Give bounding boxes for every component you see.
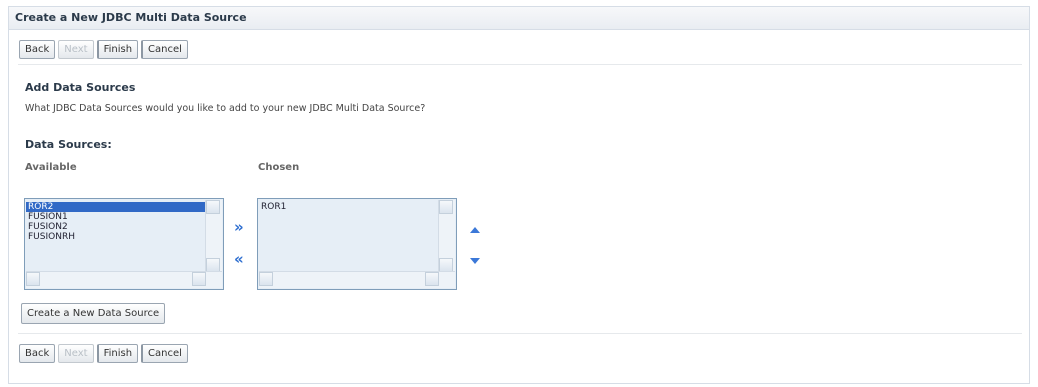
scroll-up-button[interactable] <box>206 200 220 214</box>
page-title: Create a New JDBC Multi Data Source <box>9 7 1029 30</box>
horizontal-scrollbar[interactable] <box>259 271 455 288</box>
cancel-button[interactable]: Cancel <box>141 40 188 59</box>
available-list: ROR2 FUSION1 FUSION2 FUSIONRH <box>26 202 205 242</box>
back-button[interactable]: Back <box>19 40 56 59</box>
section-heading: Add Data Sources <box>25 81 136 94</box>
chosen-list: ROR1 <box>259 202 438 212</box>
scroll-down-button[interactable] <box>439 258 453 272</box>
list-item[interactable]: ROR1 <box>259 202 438 212</box>
scroll-right-button[interactable] <box>192 272 206 286</box>
list-item[interactable]: ROR2 <box>26 202 205 212</box>
scroll-up-button[interactable] <box>439 200 453 214</box>
list-item[interactable]: FUSION2 <box>26 222 205 232</box>
scroll-left-button[interactable] <box>26 272 40 286</box>
top-button-row: Back Next Finish Cancel <box>19 40 188 59</box>
move-down-icon[interactable] <box>470 258 480 264</box>
move-up-icon[interactable] <box>470 227 480 233</box>
available-listbox[interactable]: ROR2 FUSION1 FUSION2 FUSIONRH <box>24 198 224 290</box>
horizontal-scrollbar[interactable] <box>26 271 222 288</box>
section-description: What JDBC Data Sources would you like to… <box>25 103 426 114</box>
chosen-label: Chosen <box>258 162 300 173</box>
finish-button[interactable]: Finish <box>96 344 139 363</box>
bottom-divider <box>18 333 1022 334</box>
chosen-listbox[interactable]: ROR1 <box>257 198 457 290</box>
move-left-icon[interactable]: « <box>234 251 244 267</box>
vertical-scrollbar[interactable] <box>438 200 455 272</box>
finish-button[interactable]: Finish <box>96 40 139 59</box>
scroll-left-button[interactable] <box>259 272 273 286</box>
list-item[interactable]: FUSION1 <box>26 212 205 222</box>
list-item[interactable]: FUSIONRH <box>26 232 205 242</box>
available-label: Available <box>25 162 77 173</box>
next-button[interactable]: Next <box>58 344 94 363</box>
cancel-button[interactable]: Cancel <box>141 344 188 363</box>
scroll-right-button[interactable] <box>425 272 439 286</box>
next-button[interactable]: Next <box>58 40 94 59</box>
vertical-scrollbar[interactable] <box>205 200 222 272</box>
data-sources-label: Data Sources: <box>25 138 112 151</box>
back-button[interactable]: Back <box>19 344 56 363</box>
scroll-down-button[interactable] <box>206 258 220 272</box>
create-data-source-button[interactable]: Create a New Data Source <box>21 303 166 324</box>
bottom-button-row: Back Next Finish Cancel <box>19 344 188 363</box>
move-right-icon[interactable]: » <box>234 219 244 235</box>
